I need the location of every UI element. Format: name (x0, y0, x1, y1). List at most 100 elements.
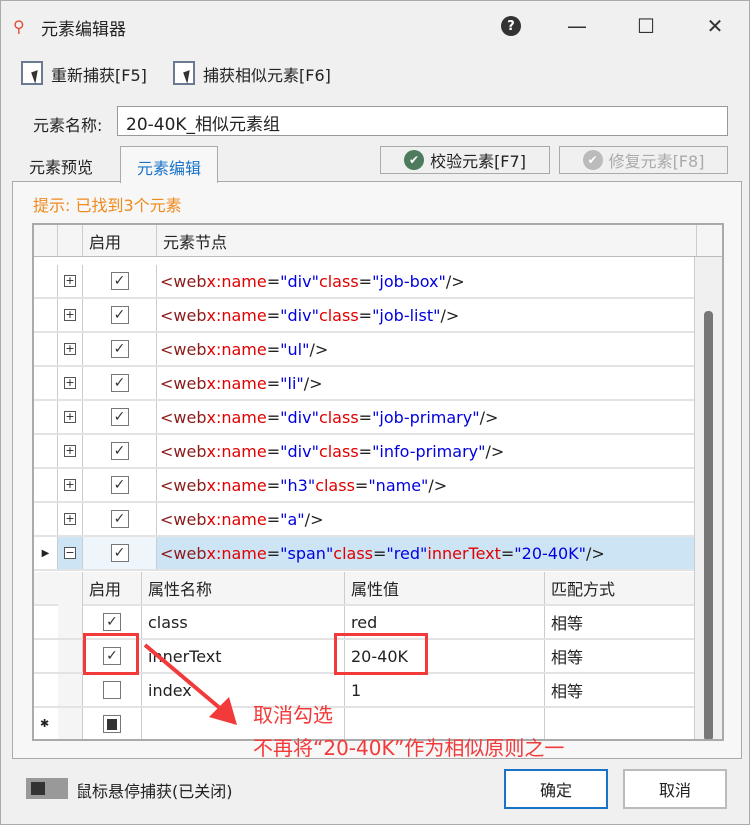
element-node[interactable]: <web x:name = "div" class = "job-list" /> (157, 299, 697, 331)
element-node[interactable]: <web x:name = "div" class = "job-primary" /> (157, 401, 697, 433)
node-token: <web (160, 441, 207, 461)
header-enable[interactable]: 启用 (83, 225, 157, 256)
enable-cell: ✓ (83, 503, 157, 535)
element-node[interactable]: <web x:name = "ul" /> (157, 333, 697, 365)
capture-icon (173, 61, 197, 87)
table-row[interactable]: + ✓ <web x:name = "div" class = "info-primary"… (34, 435, 697, 469)
node-token: x:name (206, 271, 267, 291)
indeterminate-icon (107, 718, 117, 730)
attr-header-match[interactable]: 匹配方式 (545, 572, 697, 604)
node-token: = (266, 373, 281, 393)
collapse-icon[interactable]: − (64, 547, 76, 559)
ok-button[interactable]: 确定 (504, 769, 608, 809)
annotation-line2: 不再将“20-40K”作为相似原则之一 (253, 736, 565, 760)
enable-cell: ✓ (83, 401, 157, 433)
table-row[interactable]: + ✓ <web x:name = "ul" /> (34, 333, 697, 367)
node-token: = (358, 441, 373, 461)
element-name-label: 元素名称: (33, 116, 103, 135)
row-indicator (34, 435, 58, 467)
attr-name[interactable]: class (142, 606, 345, 638)
enable-checkbox[interactable]: ✓ (110, 510, 129, 528)
attr-header-value[interactable]: 属性值 (345, 572, 545, 604)
attr-match[interactable]: 相等 (545, 606, 697, 638)
vertical-scrollbar[interactable] (694, 257, 722, 739)
node-token: class (318, 407, 359, 427)
hover-capture-toggle[interactable] (26, 778, 68, 799)
table-row[interactable]: + ✓ <web x:name = "div" class = "job-list" /> (34, 299, 697, 333)
node-token: <web (160, 407, 207, 427)
expand-cell: + (58, 401, 83, 433)
enable-checkbox[interactable]: ✓ (110, 272, 129, 290)
node-token: /> (485, 441, 505, 461)
expand-icon[interactable]: + (64, 513, 76, 525)
node-token: "info-primary" (372, 441, 486, 461)
expand-icon[interactable]: + (64, 343, 76, 355)
table-row[interactable]: + ✓ <web x:name = "a" /> (34, 503, 697, 537)
capture-similar-button[interactable]: 捕获相似元素[F6] (173, 61, 331, 87)
empty-cell[interactable] (545, 708, 697, 739)
enable-checkbox[interactable]: ✓ (110, 476, 129, 494)
header-node[interactable]: 元素节点 (157, 225, 697, 256)
attr-header-enable[interactable]: 启用 (83, 572, 142, 604)
help-icon: ? (501, 16, 521, 36)
table-row[interactable]: + ✓ <web x:name = "div" class = "job-primary" … (34, 401, 697, 435)
element-node[interactable]: <web x:name = "div" class = "info-primary" /… (157, 435, 697, 467)
attr-value[interactable]: 1 (345, 674, 545, 706)
enable-checkbox[interactable]: ✓ (110, 306, 129, 324)
table-row[interactable]: + ✓ <web x:name = "div" class = "job-box" /> (34, 265, 697, 299)
enable-checkbox[interactable]: ✓ (110, 544, 129, 562)
table-row[interactable]: + ✓ <web x:name = "li" /> (34, 367, 697, 401)
enable-checkbox[interactable]: ✓ (110, 408, 129, 426)
table-row[interactable]: ▶ − ✓ <web x:name = "span" class = "red" innerT… (34, 537, 697, 571)
tab-preview[interactable]: 元素预览 (13, 146, 109, 182)
header-expand (58, 225, 83, 256)
expand-cell: + (58, 503, 83, 535)
enable-checkbox[interactable]: ✓ (110, 374, 129, 392)
maximize-button[interactable]: ☐ (626, 9, 666, 43)
tab-edit[interactable]: 元素编辑 (120, 146, 219, 183)
expand-icon[interactable]: + (64, 479, 76, 491)
cancel-button[interactable]: 取消 (623, 769, 727, 809)
minimize-button[interactable]: — (557, 9, 597, 43)
element-node[interactable]: <web x:name = "a" /> (157, 503, 697, 535)
row-indicator (34, 299, 58, 331)
verify-element-button[interactable]: ✔ 校验元素[F7] (380, 146, 550, 174)
row-indicator (34, 503, 58, 535)
new-row-checkbox[interactable] (103, 715, 121, 733)
enable-checkbox[interactable]: ✓ (110, 442, 129, 460)
expand-icon[interactable]: + (64, 275, 76, 287)
row-indicator (34, 333, 58, 365)
node-token: /> (428, 475, 448, 495)
node-token: = (358, 407, 373, 427)
recapture-button[interactable]: 重新捕获[F5] (21, 61, 147, 87)
element-node[interactable]: <web x:name = "div" class = "job-box" /> (157, 265, 697, 297)
expand-icon[interactable]: + (64, 411, 76, 423)
help-button[interactable]: ? (491, 9, 531, 43)
close-button[interactable]: ✕ (695, 9, 735, 43)
expand-icon[interactable]: + (64, 309, 76, 321)
node-token: "job-list" (372, 305, 441, 325)
attr-match[interactable]: 相等 (545, 640, 697, 672)
element-node[interactable]: <web x:name = "h3" class = "name" /> (157, 469, 697, 501)
grid-header: 启用 元素节点 (34, 225, 722, 257)
node-token: x:name (206, 407, 267, 427)
table-row[interactable]: + ✓ <web x:name = "h3" class = "name" /> (34, 469, 697, 503)
attr-enable-checkbox[interactable]: ✓ (103, 613, 121, 631)
node-token: "ul" (280, 339, 310, 359)
node-token: = (266, 407, 281, 427)
node-token: "name" (368, 475, 429, 495)
enable-cell: ✓ (83, 333, 157, 365)
enable-checkbox[interactable]: ✓ (110, 340, 129, 358)
attr-enable-checkbox[interactable] (103, 681, 121, 699)
enable-cell: ✓ (83, 469, 157, 501)
expand-icon[interactable]: + (64, 377, 76, 389)
attr-row[interactable]: index 1 相等 (34, 674, 697, 708)
expand-icon[interactable]: + (64, 445, 76, 457)
attr-header-name[interactable]: 属性名称 (142, 572, 345, 604)
scrollbar-thumb[interactable] (704, 311, 713, 739)
check-circle-icon: ✔ (404, 150, 425, 170)
element-node[interactable]: <web x:name = "span" class = "red" innerText… (157, 537, 697, 569)
element-name-input[interactable]: 20-40K_相似元素组 (117, 106, 728, 136)
attr-match[interactable]: 相等 (545, 674, 697, 706)
element-node[interactable]: <web x:name = "li" /> (157, 367, 697, 399)
